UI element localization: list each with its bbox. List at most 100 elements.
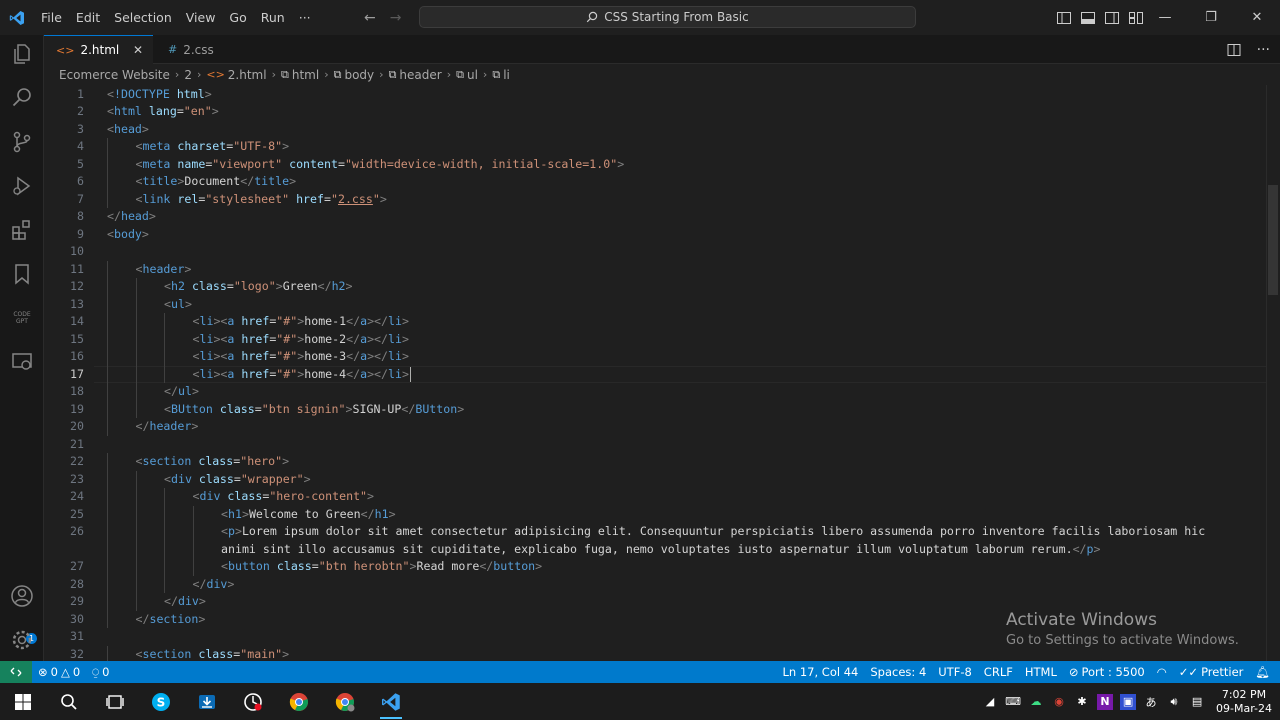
menu-file[interactable]: File bbox=[34, 0, 69, 35]
code-line[interactable]: <link rel="stylesheet" href="2.css"> bbox=[136, 191, 387, 209]
ports-indicator[interactable]: ⍜ 0 bbox=[86, 661, 115, 683]
code-line[interactable]: <section class="hero"> bbox=[136, 453, 290, 471]
minimize-icon[interactable]: — bbox=[1142, 0, 1188, 35]
forward-arrow-icon[interactable]: → bbox=[390, 10, 402, 26]
toggle-panel-icon[interactable] bbox=[1080, 10, 1096, 26]
code-line[interactable]: <html lang="en"> bbox=[107, 103, 219, 121]
close-window-icon[interactable]: ✕ bbox=[1234, 0, 1280, 35]
volume-icon[interactable]: 🔊︎ bbox=[1166, 694, 1182, 710]
input-method-icon[interactable]: あ bbox=[1143, 694, 1159, 710]
menu-edit[interactable]: Edit bbox=[69, 0, 107, 35]
bluetooth-icon[interactable]: ✱ bbox=[1074, 694, 1090, 710]
code-line[interactable]: <ul> bbox=[164, 296, 192, 314]
chrome-profile-icon[interactable] bbox=[322, 683, 368, 720]
downloads-app-icon[interactable] bbox=[184, 683, 230, 720]
network-icon[interactable]: ◢ bbox=[982, 694, 998, 710]
close-tab-icon[interactable]: ✕ bbox=[133, 43, 143, 57]
code-line[interactable]: <p>Lorem ipsum dolor sit amet consectetu… bbox=[221, 523, 1205, 541]
skype-icon[interactable]: S bbox=[138, 683, 184, 720]
search-sidebar-icon[interactable] bbox=[9, 85, 35, 111]
breadcrumb-body[interactable]: ⧉ body bbox=[334, 68, 375, 82]
code-line[interactable]: <body> bbox=[107, 226, 149, 244]
accounts-icon[interactable] bbox=[9, 583, 35, 609]
menu-run[interactable]: Run bbox=[254, 0, 292, 35]
code-line[interactable]: <meta name="viewport" content="width=dev… bbox=[136, 156, 625, 174]
code-line[interactable]: <h2 class="logo">Green</h2> bbox=[164, 278, 353, 296]
menu-more[interactable]: ··· bbox=[292, 0, 318, 35]
breadcrumb-ul[interactable]: ⧉ ul bbox=[456, 68, 478, 82]
codegpt-icon[interactable]: CODE GPT bbox=[9, 305, 35, 331]
command-center-search[interactable]: CSS Starting From Basic bbox=[419, 6, 916, 28]
breadcrumb-header[interactable]: ⧉ header bbox=[389, 68, 442, 82]
notifications-bell-icon[interactable]: 🔔︎ bbox=[1249, 661, 1276, 683]
cloud-sync-icon[interactable]: ☁ bbox=[1028, 694, 1044, 710]
live-server-port[interactable]: ⊘ Port : 5500 bbox=[1063, 661, 1151, 683]
code-line[interactable]: animi sint illo accusamus sit cupiditate… bbox=[221, 541, 1101, 559]
chrome-tray-icon[interactable]: ◉ bbox=[1051, 694, 1067, 710]
chrome-icon[interactable] bbox=[276, 683, 322, 720]
toggle-secondary-sidebar-icon[interactable] bbox=[1104, 10, 1120, 26]
screen-recorder-icon[interactable] bbox=[230, 683, 276, 720]
breadcrumb-li[interactable]: ⧉ li bbox=[492, 68, 510, 82]
onenote-icon[interactable]: N bbox=[1097, 693, 1114, 710]
display-icon[interactable]: ▣ bbox=[1120, 693, 1137, 710]
source-control-icon[interactable] bbox=[9, 129, 35, 155]
prettier-status[interactable]: ✓✓ Prettier bbox=[1173, 661, 1250, 683]
remote-indicator-icon[interactable] bbox=[0, 661, 32, 683]
code-line[interactable]: </ul> bbox=[164, 383, 199, 401]
task-view-icon[interactable] bbox=[92, 683, 138, 720]
bookmark-icon[interactable] bbox=[9, 261, 35, 287]
code-line[interactable]: </div> bbox=[164, 593, 206, 611]
windows-start-icon[interactable] bbox=[0, 683, 46, 720]
back-arrow-icon[interactable]: ← bbox=[364, 10, 376, 26]
code-line[interactable]: </head> bbox=[107, 208, 156, 226]
keyboard-icon[interactable]: ⌨ bbox=[1005, 694, 1021, 710]
taskbar-clock[interactable]: 7:02 PM 09-Mar-24 bbox=[1216, 688, 1272, 716]
tab-2-html[interactable]: <> 2.html ✕ bbox=[44, 35, 153, 64]
code-line[interactable]: <meta charset="UTF-8"> bbox=[136, 138, 290, 156]
cursor-position[interactable]: Ln 17, Col 44 bbox=[777, 661, 865, 683]
code-line[interactable]: <div class="wrapper"> bbox=[164, 471, 311, 489]
code-line[interactable]: <header> bbox=[136, 261, 192, 279]
breadcrumb-folder[interactable]: Ecomerce Website bbox=[59, 68, 170, 82]
explorer-icon[interactable] bbox=[9, 41, 35, 67]
code-line[interactable]: <li><a href="#">home-1</a></li> bbox=[193, 313, 409, 331]
taskbar-search-icon[interactable] bbox=[46, 683, 92, 720]
split-editor-icon[interactable] bbox=[1227, 43, 1241, 57]
language-mode[interactable]: HTML bbox=[1019, 661, 1063, 683]
run-debug-icon[interactable] bbox=[9, 173, 35, 199]
menu-view[interactable]: View bbox=[179, 0, 223, 35]
notification-center-icon[interactable]: ▤ bbox=[1189, 694, 1205, 710]
breadcrumb-subfolder[interactable]: 2 bbox=[184, 68, 192, 82]
breadcrumb-file[interactable]: <> 2.html bbox=[206, 68, 266, 82]
code-line[interactable]: </div> bbox=[193, 576, 235, 594]
code-line[interactable]: <li><a href="#">home-2</a></li> bbox=[193, 331, 409, 349]
vertical-scrollbar[interactable] bbox=[1266, 85, 1280, 661]
code-line[interactable]: <BUtton class="btn signin">SIGN-UP</BUtt… bbox=[164, 401, 464, 419]
menu-go[interactable]: Go bbox=[222, 0, 253, 35]
menu-selection[interactable]: Selection bbox=[107, 0, 179, 35]
more-actions-icon[interactable]: ··· bbox=[1257, 42, 1270, 58]
scrollbar-thumb[interactable] bbox=[1268, 185, 1278, 295]
remote-explorer-icon[interactable] bbox=[9, 349, 35, 375]
tab-2-css[interactable]: # 2.css bbox=[154, 35, 264, 64]
settings-gear-icon[interactable] bbox=[9, 627, 35, 653]
code-line[interactable]: <li><a href="#">home-3</a></li> bbox=[193, 348, 409, 366]
extensions-icon[interactable] bbox=[9, 217, 35, 243]
code-line[interactable]: <head> bbox=[107, 121, 149, 139]
code-line[interactable]: </section> bbox=[136, 611, 206, 629]
code-line[interactable]: <button class="btn herobtn">Read more</b… bbox=[221, 558, 542, 576]
code-line[interactable]: <h1>Welcome to Green</h1> bbox=[221, 506, 396, 524]
code-line[interactable]: <title>Document</title> bbox=[136, 173, 297, 191]
vscode-taskbar-icon[interactable] bbox=[368, 683, 414, 720]
restore-icon[interactable]: ❐ bbox=[1188, 0, 1234, 35]
code-line[interactable]: </header> bbox=[136, 418, 199, 436]
code-line[interactable]: <!DOCTYPE html> bbox=[107, 86, 212, 104]
toggle-primary-sidebar-icon[interactable] bbox=[1056, 10, 1072, 26]
breadcrumb-html[interactable]: ⧉ html bbox=[281, 68, 319, 82]
code-editor[interactable]: 1 2 3 4 5 6 7 8 9 10 11 12 13 14 15 16 17 18 19 20 21 22 23 24 2… bbox=[44, 85, 1280, 663]
indentation[interactable]: Spaces: 4 bbox=[864, 661, 932, 683]
end-of-line[interactable]: CRLF bbox=[978, 661, 1019, 683]
code-line[interactable]: <li><a href="#">home-4</a></li> bbox=[193, 366, 409, 384]
problems-indicator[interactable]: ⊗ 0 △ 0 bbox=[32, 661, 86, 683]
